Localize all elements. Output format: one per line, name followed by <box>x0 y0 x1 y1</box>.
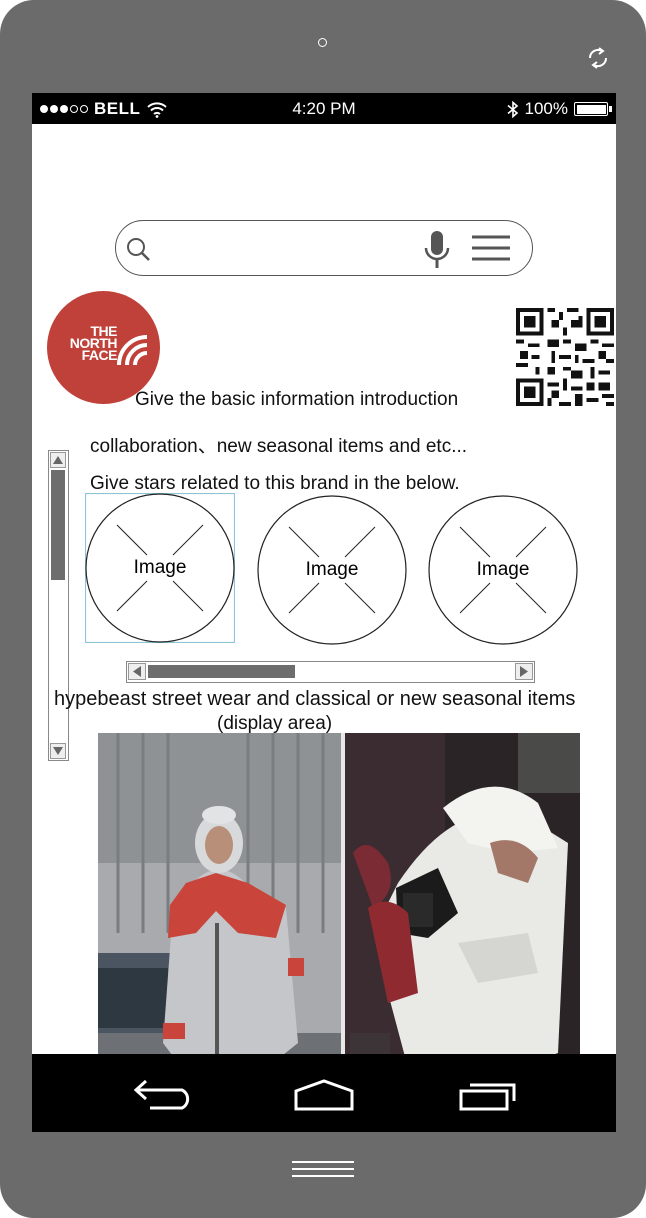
scroll-left-button[interactable] <box>128 663 146 680</box>
search-input[interactable] <box>160 231 414 267</box>
logo-arcs <box>117 335 148 365</box>
image-label: Image <box>476 559 530 580</box>
horizontal-scrollbar[interactable] <box>126 661 535 683</box>
vertical-scrollbar[interactable] <box>48 450 69 761</box>
rotate-icon[interactable] <box>584 44 612 72</box>
star-image-2[interactable]: Image <box>257 495 407 645</box>
stars-prompt-text: Give stars related to this brand in the … <box>90 473 460 494</box>
search-bar[interactable] <box>115 220 533 276</box>
image-label: Image <box>305 559 359 580</box>
camera-icon <box>318 38 327 47</box>
back-icon[interactable] <box>132 1079 190 1111</box>
collab-text: collaboration、new seasonal items and etc… <box>90 436 468 457</box>
brand-logo[interactable]: THE NORTH FACE <box>47 291 160 404</box>
battery-icon <box>574 102 612 116</box>
status-right: 100% <box>507 99 612 119</box>
home-button-icon[interactable] <box>292 1160 354 1178</box>
navigation-bar <box>32 1054 616 1132</box>
scroll-up-button[interactable] <box>50 452 66 468</box>
scroll-thumb[interactable] <box>51 470 65 580</box>
bluetooth-icon <box>507 100 518 118</box>
star-image-1[interactable]: Image <box>84 492 236 644</box>
microphone-icon[interactable] <box>423 230 451 270</box>
logo-text: THE NORTH FACE <box>69 323 118 363</box>
triangle-right-icon <box>520 666 528 677</box>
recent-apps-icon[interactable] <box>458 1079 518 1111</box>
display-title: hypebeast street wear and classical or n… <box>54 688 576 710</box>
triangle-left-icon <box>133 666 141 677</box>
status-bar: BELL 4:20 PM 100% <box>32 93 616 124</box>
triangle-down-icon <box>53 747 63 755</box>
display-subtitle: (display area) <box>217 713 333 734</box>
triangle-up-icon <box>53 456 63 464</box>
home-icon[interactable] <box>294 1079 354 1111</box>
screen: BELL 4:20 PM 100% THE NORTH FACE Give th… <box>32 93 616 1132</box>
scroll-thumb[interactable] <box>148 665 295 678</box>
battery-percent: 100% <box>524 99 568 118</box>
search-icon[interactable] <box>126 237 152 263</box>
product-photo[interactable] <box>98 733 580 1073</box>
phone-frame: BELL 4:20 PM 100% THE NORTH FACE Give th… <box>0 0 646 1218</box>
menu-icon[interactable] <box>472 235 510 261</box>
scroll-down-button[interactable] <box>50 743 66 759</box>
image-label: Image <box>133 557 187 578</box>
star-image-3[interactable]: Image <box>428 495 578 645</box>
intro-text: Give the basic information introduction <box>135 389 459 410</box>
qr-code-icon[interactable] <box>515 308 615 406</box>
scroll-right-button[interactable] <box>515 663 533 680</box>
